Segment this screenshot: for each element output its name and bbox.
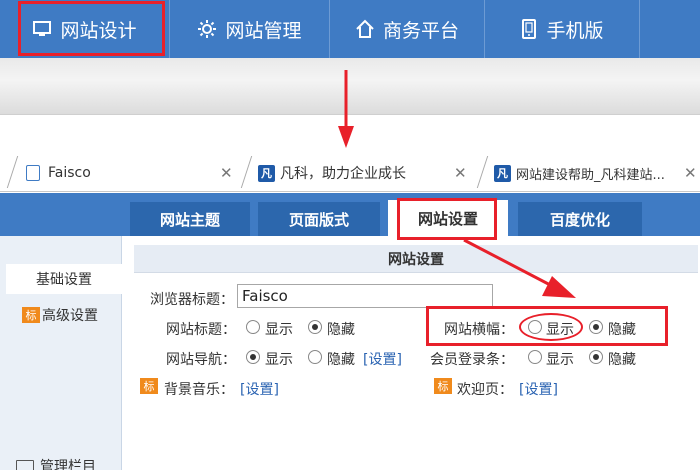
nav-item-site-manage[interactable]: 网站管理 <box>170 0 330 58</box>
site-nav-hide-radio[interactable] <box>308 350 322 364</box>
close-icon[interactable]: ✕ <box>220 164 233 182</box>
app-header: 网站主题 页面版式 网站设置 百度优化 <box>0 193 700 236</box>
nav-item-business-platform[interactable]: 商务平台 <box>330 0 485 58</box>
sidebar-item-basic[interactable]: 基础设置 <box>6 264 122 294</box>
sidebar-item-label: 高级设置 <box>42 308 98 324</box>
gear-icon <box>197 19 217 39</box>
browser-tab[interactable]: 凡 网站建设帮助_凡科建站... ✕ <box>494 158 700 188</box>
fanke-logo-icon: 凡 <box>494 164 511 182</box>
site-nav-show-label: 显示 <box>265 352 293 368</box>
columns-icon <box>16 459 34 470</box>
site-nav-show-radio[interactable] <box>246 350 260 364</box>
sidebar-item-label: 基础设置 <box>36 272 92 288</box>
nav-item-label: 手机版 <box>546 19 604 42</box>
site-title-show-label: 显示 <box>265 322 293 338</box>
highlight-box-site-design <box>18 1 165 56</box>
tab-page-layout[interactable]: 页面版式 <box>258 202 380 236</box>
site-title-hide-label: 隐藏 <box>327 322 355 338</box>
site-title-hide-radio[interactable] <box>308 320 322 334</box>
welcome-settings-link[interactable]: [设置] <box>519 379 558 399</box>
tag-badge-icon: 标 <box>434 378 452 394</box>
arrow-diagonal-icon <box>463 238 576 298</box>
close-icon[interactable]: ✕ <box>684 164 697 182</box>
member-bar-label: 会员登录条： <box>430 352 514 368</box>
tab-divider <box>6 156 19 188</box>
tab-baidu-seo[interactable]: 百度优化 <box>518 202 642 236</box>
close-icon[interactable]: ✕ <box>454 164 467 182</box>
browser-title-label: 浏览器标题： <box>150 292 234 308</box>
phone-icon <box>520 19 538 39</box>
browser-tab-title: 网站建设帮助_凡科建站... <box>516 167 665 183</box>
tab-divider <box>476 156 489 188</box>
site-nav-label: 网站导航： <box>166 352 236 368</box>
member-bar-show-label: 显示 <box>546 352 574 368</box>
member-bar-hide-radio[interactable] <box>589 350 603 364</box>
site-nav-settings-link[interactable]: [设置] <box>363 349 402 369</box>
fanke-logo-icon: 凡 <box>258 164 275 182</box>
sidebar: 基础设置 标 高级设置 管理栏目 <box>0 236 122 470</box>
sidebar-item-advanced[interactable]: 标 高级设置 <box>22 300 130 330</box>
document-icon <box>26 165 40 181</box>
welcome-label: 欢迎页： <box>457 382 513 398</box>
tag-badge-icon: 标 <box>22 307 40 323</box>
sidebar-item-label: 管理栏目 <box>40 459 96 470</box>
member-bar-show-radio[interactable] <box>528 350 542 364</box>
tag-badge-icon: 标 <box>140 378 158 394</box>
site-title-show-radio[interactable] <box>246 320 260 334</box>
browser-tab-title: 凡科，助力企业成长 <box>280 166 406 182</box>
nav-item-label: 网站管理 <box>225 19 302 42</box>
nav-filler <box>640 0 700 58</box>
tab-divider <box>240 156 253 188</box>
browser-tab[interactable]: Faisco ✕ <box>26 158 241 188</box>
nav-item-mobile[interactable]: 手机版 <box>485 0 640 58</box>
site-title-label: 网站标题： <box>166 322 236 338</box>
sidebar-item-manage-columns[interactable]: 管理栏目 <box>16 451 124 470</box>
bg-music-settings-link[interactable]: [设置] <box>240 379 279 399</box>
browser-tab-bar: Faisco ✕ 凡 凡科，助力企业成长 ✕ 凡 网站建设帮助_凡科建站... … <box>0 152 700 192</box>
panel-title: 网站设置 <box>134 245 698 273</box>
highlight-oval-banner-show <box>519 313 583 341</box>
bg-music-label: 背景音乐： <box>164 382 234 398</box>
browser-tab-title: Faisco <box>48 165 91 181</box>
home-icon <box>355 19 375 39</box>
site-nav-hide-label: 隐藏 <box>327 352 355 368</box>
highlight-box-site-settings <box>397 198 497 240</box>
browser-tab[interactable]: 凡 凡科，助力企业成长 ✕ <box>258 158 476 188</box>
tab-site-theme[interactable]: 网站主题 <box>130 202 250 236</box>
browser-title-input[interactable] <box>237 284 493 308</box>
member-bar-hide-label: 隐藏 <box>608 352 636 368</box>
nav-item-label: 商务平台 <box>382 19 459 42</box>
arrow-down-icon <box>338 70 354 148</box>
